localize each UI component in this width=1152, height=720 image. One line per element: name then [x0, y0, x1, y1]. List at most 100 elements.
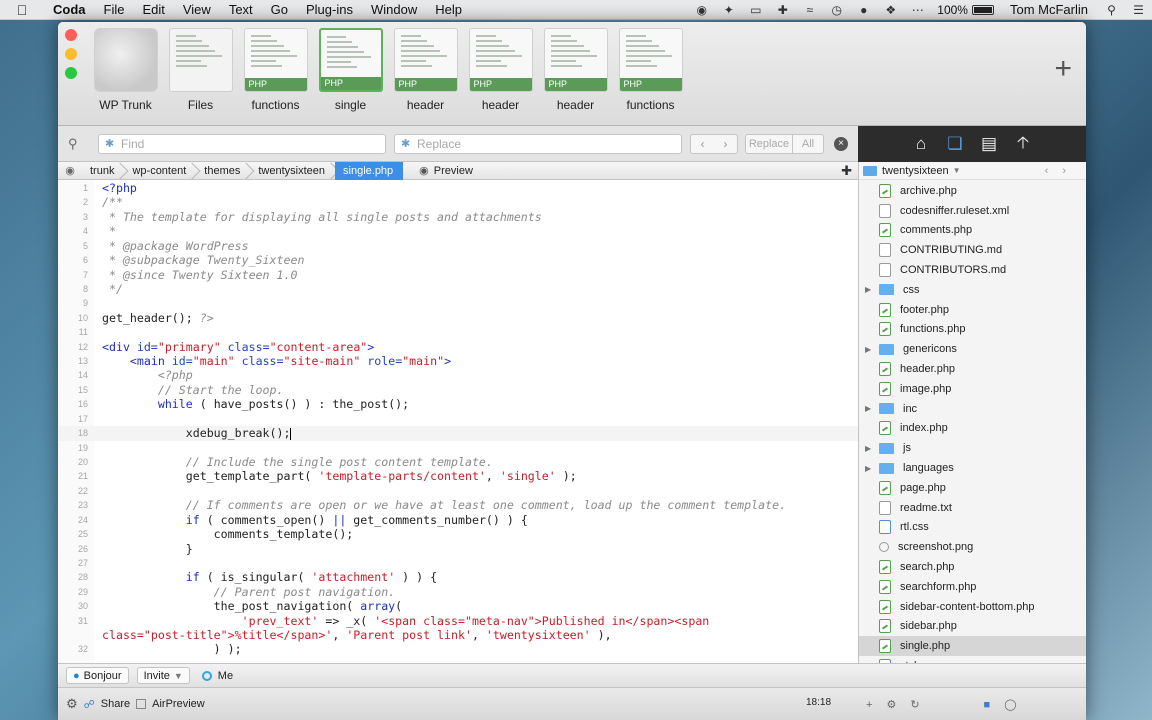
invite-button[interactable]: Invite ▼ [136, 667, 190, 684]
code-line[interactable]: 15 // Start the loop. [58, 383, 858, 397]
code-line[interactable]: 17 [58, 412, 858, 426]
file-item[interactable]: header.php [859, 359, 1086, 379]
site-tab[interactable]: PHP header [388, 28, 463, 112]
menu-text[interactable]: Text [220, 2, 262, 17]
home-icon[interactable]: ⌂ [911, 134, 931, 154]
menu-view[interactable]: View [174, 2, 220, 17]
code-editor[interactable]: 1 <?php 2/** 3 * The template for displayin… [58, 180, 858, 663]
code-line[interactable]: 23 // If comments are open or we have at… [58, 498, 858, 512]
menu-app-name[interactable]: Coda [44, 2, 95, 17]
file-item[interactable]: page.php [859, 478, 1086, 498]
new-tab-plus-icon[interactable]: + [1054, 52, 1072, 86]
menu-go[interactable]: Go [262, 2, 297, 17]
sync-icon[interactable]: ↻ [910, 698, 919, 711]
issues-icon[interactable]: ◉ [58, 164, 82, 177]
add-split-icon[interactable]: ✚ [841, 163, 858, 179]
breadcrumb-item[interactable]: wp-content [124, 162, 196, 180]
file-item[interactable]: codesniffer.ruleset.xml [859, 201, 1086, 221]
code-line[interactable]: 31 'prev_text' => _x( '<span class="meta… [58, 614, 858, 628]
remote-files-icon[interactable]: ◯ [1004, 698, 1016, 711]
breadcrumb-item[interactable]: themes [196, 162, 250, 180]
code-line[interactable]: 5 * @package WordPress [58, 239, 858, 253]
file-item[interactable]: rtl.css [859, 518, 1086, 538]
file-browser-path[interactable]: twentysixteen ▼ ‹› [859, 162, 1086, 180]
breadcrumb-item[interactable]: single.php [335, 161, 404, 180]
site-tab[interactable]: PHP header [538, 28, 613, 112]
file-item[interactable]: ▶ genericons [859, 339, 1086, 359]
replace-all-button[interactable]: All [792, 134, 824, 154]
menu-list-icon[interactable]: ▤ [979, 134, 999, 154]
file-item[interactable]: single.php [859, 636, 1086, 657]
code-line[interactable]: 7 * @since Twenty Sixteen 1.0 [58, 268, 858, 282]
more-icon[interactable]: ⋯ [904, 3, 931, 17]
code-line[interactable]: 28 if ( is_singular( 'attachment' ) ) { [58, 570, 858, 584]
feather-icon[interactable]: ✦ [715, 3, 742, 17]
zoom-window-button[interactable] [65, 67, 77, 79]
code-line[interactable]: 19 [58, 441, 858, 455]
file-item[interactable]: sidebar-content-bottom.php [859, 597, 1086, 617]
file-item[interactable]: index.php [859, 419, 1086, 439]
code-line[interactable]: 2 /** [58, 195, 858, 209]
code-line[interactable]: 11 [58, 325, 858, 339]
record-icon[interactable]: ◉ [688, 3, 715, 17]
notification-center-icon[interactable]: ☰ [1125, 3, 1152, 17]
code-line[interactable]: 18 xdebug_break(); [58, 426, 858, 441]
close-find-icon[interactable]: × [834, 137, 848, 151]
code-line[interactable]: 22 [58, 484, 858, 498]
add-file-icon[interactable]: + [866, 699, 872, 711]
crosshair-icon[interactable]: ✚ [769, 3, 796, 17]
code-line[interactable]: 30 the_post_navigation( array( [58, 599, 858, 613]
file-item[interactable]: functions.php [859, 320, 1086, 340]
file-item[interactable]: footer.php [859, 300, 1086, 320]
site-tab[interactable]: Files [163, 28, 238, 112]
file-item[interactable]: sidebar.php [859, 617, 1086, 637]
find-options-icon[interactable]: ✱ [105, 135, 114, 153]
code-line[interactable]: 12 <div id="primary" class="content-area"… [58, 340, 858, 354]
file-item[interactable]: screenshot.png [859, 537, 1086, 557]
file-item[interactable]: searchform.php [859, 577, 1086, 597]
disclosure-triangle-icon[interactable]: ▶ [865, 404, 879, 413]
local-files-icon[interactable]: ■ [984, 699, 991, 711]
breadcrumb-item[interactable]: trunk [82, 162, 124, 180]
site-tab[interactable]: PHP header [463, 28, 538, 112]
publish-up-arrow-icon[interactable]: 🡡 [1013, 130, 1033, 159]
dropbox-icon[interactable]: ❖ [877, 3, 904, 17]
code-line[interactable]: 8 */ [58, 282, 858, 296]
code-line[interactable]: 4 * [58, 224, 858, 238]
site-tab[interactable]: WP Trunk [88, 28, 163, 112]
spotlight-search-icon[interactable]: ⚲ [1098, 3, 1125, 17]
code-line[interactable]: 29 // Parent post navigation. [58, 585, 858, 599]
history-arrows-icon[interactable]: ‹› [1045, 165, 1086, 177]
files-icon[interactable]: ❏ [945, 134, 965, 154]
search-icon[interactable]: ⚲ [68, 136, 78, 152]
airplay-icon[interactable]: ▭ [742, 3, 769, 17]
airpreview-checkbox[interactable] [136, 699, 147, 709]
file-item[interactable]: readme.txt [859, 498, 1086, 518]
code-line[interactable]: 21 get_template_part( 'template-parts/co… [58, 469, 858, 483]
file-item[interactable]: ▶ js [859, 438, 1086, 458]
replace-button[interactable]: Replace [745, 134, 793, 154]
disclosure-triangle-icon[interactable]: ▶ [865, 464, 879, 473]
code-line[interactable]: 16 while ( have_posts() ) : the_post(); [58, 397, 858, 411]
wifi-icon[interactable]: ≈ [796, 3, 823, 17]
site-tab[interactable]: PHP single [313, 28, 388, 112]
replace-input[interactable]: ✱ Replace [394, 134, 682, 154]
time-machine-icon[interactable]: ◷ [823, 3, 850, 17]
code-line[interactable]: 6 * @subpackage Twenty_Sixteen [58, 253, 858, 267]
code-line[interactable]: 32 ) ); [58, 642, 858, 656]
replace-options-icon[interactable]: ✱ [401, 135, 410, 153]
disclosure-triangle-icon[interactable]: ▶ [865, 345, 879, 354]
disclosure-triangle-icon[interactable]: ▶ [865, 285, 879, 294]
disclosure-triangle-icon[interactable]: ▶ [865, 444, 879, 453]
menu-help[interactable]: Help [426, 2, 471, 17]
code-line[interactable]: 27 [58, 556, 858, 570]
share-label[interactable]: Share [101, 698, 130, 710]
code-line[interactable]: 20 // Include the single post content te… [58, 455, 858, 469]
bonjour-button[interactable]: ● Bonjour [66, 667, 129, 684]
code-line[interactable]: 3 * The template for displaying all sing… [58, 210, 858, 224]
menu-plug-ins[interactable]: Plug-ins [297, 2, 362, 17]
user-name[interactable]: Tom McFarlin [1000, 2, 1098, 17]
file-item[interactable]: CONTRIBUTING.md [859, 240, 1086, 260]
site-tab[interactable]: PHP functions [238, 28, 313, 112]
code-line[interactable]: 10 get_header(); ?> [58, 311, 858, 325]
